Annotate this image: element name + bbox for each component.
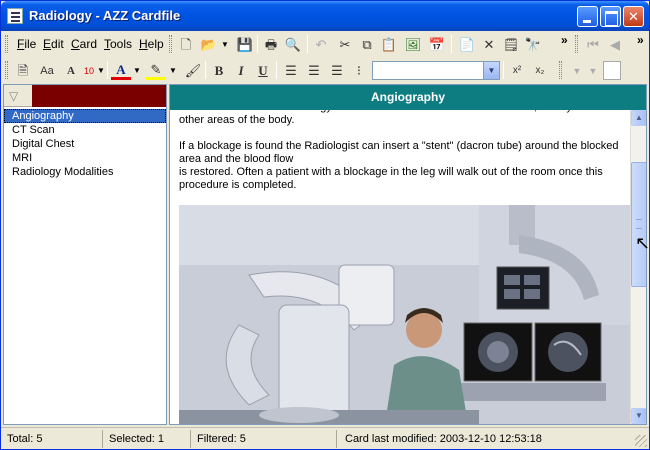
list-item[interactable]: CT Scan (4, 123, 166, 137)
app-window: Radiology - AZZ Cardfile File Edit Card … (0, 0, 650, 450)
card-properties-icon[interactable]: 🗒 (501, 35, 521, 55)
close-button[interactable] (623, 6, 644, 27)
align-right-icon[interactable]: ☰ (327, 61, 347, 81)
status-bar: Total: 5 Selected: 1 Filtered: 5 Card la… (1, 427, 649, 449)
font-size-dropdown-arrow[interactable]: ▼ (97, 61, 105, 81)
status-selected: Selected: 1 (105, 430, 191, 448)
card-list-panel: ▽ Angiography CT Scan Digital Chest MRI … (3, 84, 167, 425)
card-paragraph: If a blockage is found the Radiologist c… (179, 140, 619, 191)
bold-button[interactable]: B (209, 61, 229, 81)
cut-icon[interactable]: ✂ (335, 35, 355, 55)
find-binoculars-icon[interactable]: 🔭 (523, 35, 543, 55)
toolbar-separator (107, 61, 108, 79)
minimize-button[interactable] (577, 6, 598, 27)
highlight-icon[interactable]: ✎ (146, 61, 166, 80)
highlight-dropdown-arrow[interactable]: ▼ (169, 61, 177, 81)
toolbar-separator (307, 35, 308, 53)
underline-button[interactable]: U (253, 61, 273, 81)
card-content-pane: Angiography This is Interventional Radio… (169, 84, 647, 425)
zoom-field[interactable] (603, 61, 621, 80)
content-scrollbar[interactable]: ▲ ▼ (630, 110, 646, 424)
font-icon[interactable]: Aa (37, 61, 57, 81)
toolbar-grip[interactable] (5, 35, 8, 53)
scroll-up-arrow-icon[interactable]: ▲ (631, 110, 646, 126)
bullet-list-icon[interactable]: ⁝ (349, 61, 369, 81)
resize-grip[interactable] (635, 435, 647, 447)
open-folder-icon[interactable]: 📂 (199, 35, 219, 55)
menu-file[interactable]: File (17, 37, 36, 51)
align-center-icon[interactable]: ☰ (304, 61, 324, 81)
undo-icon[interactable]: ↶ (311, 35, 331, 55)
card-title: Angiography (170, 85, 646, 110)
align-left-icon[interactable]: ☰ (281, 61, 301, 81)
toolbar-grip[interactable] (5, 61, 8, 79)
italic-button[interactable]: I (231, 61, 251, 81)
superscript-button[interactable]: x² (507, 61, 527, 81)
font-color-icon[interactable]: A (111, 61, 131, 80)
list-item[interactable]: Digital Chest (4, 137, 166, 151)
spell-check-icon[interactable]: 🗎 (13, 61, 33, 81)
scroll-down-arrow-icon[interactable]: ▼ (631, 408, 646, 424)
insert-picture-icon[interactable]: 🖼 (403, 35, 423, 55)
subscript-button[interactable]: x₂ (530, 61, 550, 81)
angiography-photo[interactable] (179, 205, 630, 424)
title-bar[interactable]: Radiology - AZZ Cardfile (1, 1, 649, 31)
menu-card[interactable]: Card (71, 37, 97, 51)
filter-bar: ▽ (4, 85, 166, 107)
status-card-modified: Card last modified: 2003-12-10 12:53:18 (345, 433, 542, 445)
add-card-icon[interactable]: 📄 (457, 35, 477, 55)
filter-input[interactable] (32, 85, 166, 107)
save-icon[interactable]: 💾 (235, 35, 255, 55)
previous-card-icon[interactable]: ◀ (605, 35, 625, 55)
mouse-cursor-icon: ↖ (635, 233, 650, 253)
card-list: Angiography CT Scan Digital Chest MRI Ra… (4, 109, 166, 179)
menu-toolbar-row: File Edit Card Tools Help 🗋 📂 ▼ 💾 🖶 🔍 ↶ … (3, 32, 649, 58)
paste-icon[interactable]: 📋 (379, 35, 399, 55)
maximize-button[interactable] (600, 6, 621, 27)
font-size-value[interactable]: 10 (79, 61, 99, 81)
font-color-dropdown-arrow[interactable]: ▼ (133, 61, 141, 81)
cardfile-app-icon[interactable] (7, 8, 23, 24)
open-dropdown-arrow[interactable]: ▼ (221, 35, 229, 55)
status-total: Total: 5 (3, 430, 103, 448)
paragraph-style-select[interactable]: ▼ (372, 61, 500, 80)
menu-edit[interactable]: Edit (43, 37, 64, 51)
insert-date-icon[interactable]: 📅 (427, 35, 447, 55)
first-card-icon[interactable]: ⏮ (583, 35, 603, 55)
card-paragraph: This is Interventional Radiology. It is … (179, 110, 599, 126)
new-card-icon[interactable]: 🗋 (176, 35, 196, 55)
toolbar-separator (451, 35, 452, 53)
delete-card-icon[interactable]: ✕ (479, 35, 499, 55)
toolbar-separator (257, 35, 258, 53)
angiography-room-illustration (179, 205, 630, 424)
format-toolbar-row: 🗎 Aa A 10 ▼ A ▼ ✎ ▼ 🖌 B I U ☰ ☰ ☰ ⁝ ▼ x²… (3, 58, 649, 84)
menu-tools[interactable]: Tools (104, 37, 132, 51)
copy-icon[interactable]: ⧉ (357, 35, 377, 55)
card-body-editor[interactable]: This is Interventional Radiology. It is … (170, 110, 630, 424)
nav-toolbar-overflow-chevron[interactable]: » (637, 33, 644, 47)
toolbar-overflow-chevron[interactable]: » (561, 33, 568, 47)
format-painter-icon[interactable]: 🖌 (183, 61, 203, 81)
list-item[interactable]: Angiography (4, 109, 166, 123)
toolbar-grip[interactable] (169, 35, 172, 53)
scrollbar-thumb[interactable] (631, 162, 646, 287)
list-item[interactable]: Radiology Modalities (4, 165, 166, 179)
toolbar-separator (276, 61, 277, 79)
list-item[interactable]: MRI (4, 151, 166, 165)
filter-funnel-icon[interactable]: ▽ (9, 89, 18, 103)
chevron-down-icon[interactable]: ▼ (483, 62, 499, 79)
toolbar-separator (205, 61, 206, 79)
print-icon[interactable]: 🖶 (261, 35, 281, 55)
window-title: Radiology - AZZ Cardfile (29, 8, 181, 23)
print-preview-icon[interactable]: 🔍 (283, 35, 303, 55)
menu-help[interactable]: Help (139, 37, 164, 51)
zoom-dropdown-arrow-secondary[interactable]: ▼ (583, 61, 603, 81)
toolbar-grip[interactable] (559, 61, 562, 79)
card-text[interactable]: This is Interventional Radiology. It is … (179, 110, 624, 205)
toolbar-separator (503, 61, 504, 79)
toolbar-grip[interactable] (575, 35, 578, 53)
status-filtered: Filtered: 5 (193, 430, 337, 448)
font-size-icon[interactable]: A (61, 61, 81, 81)
